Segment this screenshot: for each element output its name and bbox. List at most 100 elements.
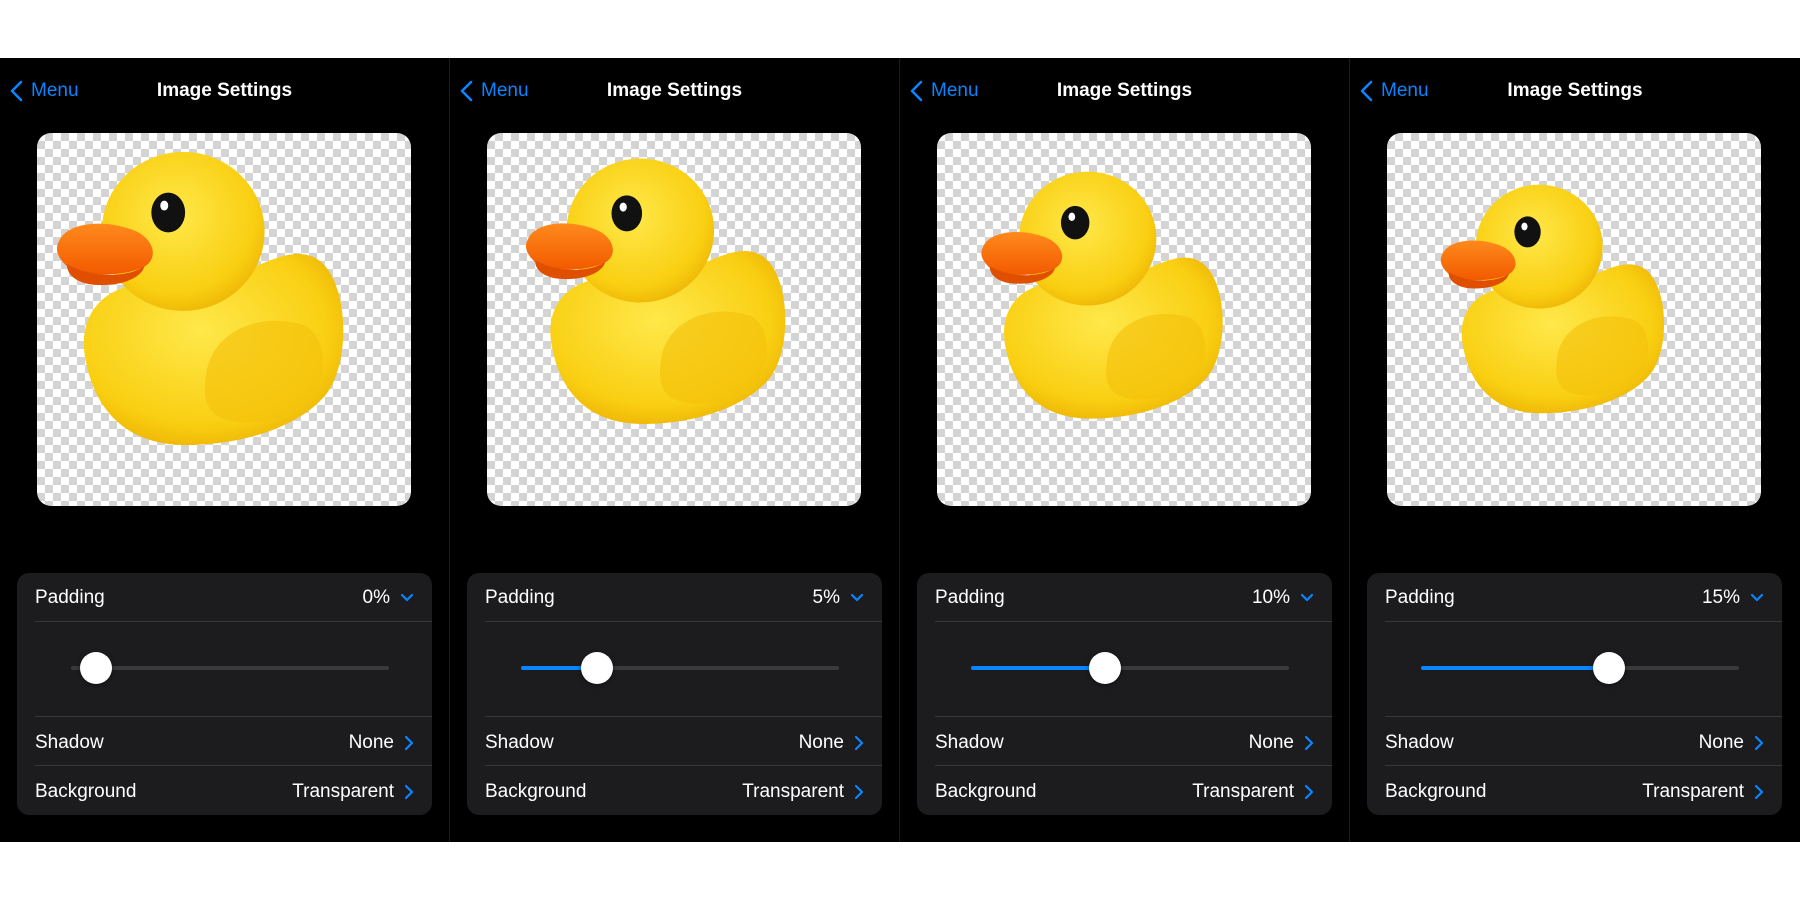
padding-slider[interactable] (71, 651, 389, 685)
shadow-label: Shadow (485, 732, 554, 753)
divider (1385, 765, 1782, 766)
slider-fill (1421, 666, 1609, 670)
settings-screen: Menu Image Settings (900, 58, 1350, 842)
settings-card: Padding 0% Shadow None Background Transp… (17, 573, 432, 815)
padding-row[interactable]: Padding 15% (1385, 585, 1764, 611)
settings-card: Padding 10% Shadow None Background Trans… (917, 573, 1332, 815)
chevron-down-icon (850, 593, 864, 602)
page-title: Image Settings (1056, 80, 1193, 101)
padding-value: 5% (812, 587, 840, 608)
slider-fill (971, 666, 1105, 670)
shadow-row[interactable]: Shadow None (1385, 730, 1764, 756)
background-label: Background (1385, 781, 1487, 802)
divider (485, 765, 882, 766)
divider (35, 765, 432, 766)
shadow-value: None (348, 732, 394, 753)
divider (35, 621, 432, 622)
padding-row[interactable]: Padding 10% (935, 585, 1314, 611)
shadow-selector[interactable]: None (1699, 732, 1764, 754)
shadow-value: None (798, 732, 844, 753)
padding-value: 15% (1701, 587, 1740, 608)
divider (935, 765, 1332, 766)
background-label: Background (485, 781, 587, 802)
screenshots-strip: Menu Image Settings Padding 0% Shadow No… (0, 58, 1800, 842)
divider (1385, 621, 1782, 622)
chevron-right-icon (1754, 784, 1764, 800)
chevron-down-icon (1300, 593, 1314, 602)
shadow-selector[interactable]: None (799, 732, 864, 754)
image-preview (487, 133, 861, 506)
padding-dropdown[interactable]: 0% (363, 587, 414, 609)
navigation-bar: Menu Image Settings (900, 58, 1349, 124)
padding-label: Padding (935, 587, 1005, 608)
background-row[interactable]: Background Transparent (935, 779, 1314, 805)
chevron-down-icon (400, 593, 414, 602)
settings-card: Padding 5% Shadow None Background Transp… (467, 573, 882, 815)
background-row[interactable]: Background Transparent (485, 779, 864, 805)
padding-label: Padding (35, 587, 105, 608)
chevron-right-icon (854, 784, 864, 800)
divider (35, 716, 432, 717)
shadow-row[interactable]: Shadow None (935, 730, 1314, 756)
slider-thumb[interactable] (581, 652, 614, 684)
divider (1385, 716, 1782, 717)
rubber-duck-image (1440, 184, 1665, 414)
padding-label: Padding (1385, 587, 1455, 608)
padding-row[interactable]: Padding 0% (35, 585, 414, 611)
navigation-bar: Menu Image Settings (0, 58, 449, 124)
padding-slider[interactable] (971, 651, 1289, 685)
background-value: Transparent (1192, 781, 1294, 802)
image-preview (1387, 133, 1761, 506)
padding-dropdown[interactable]: 15% (1702, 587, 1764, 609)
page-title: Image Settings (156, 80, 293, 101)
rubber-duck-image (981, 171, 1223, 419)
slider-thumb[interactable] (80, 652, 113, 684)
padding-value: 0% (362, 587, 390, 608)
background-value: Transparent (1642, 781, 1744, 802)
shadow-selector[interactable]: None (349, 732, 414, 754)
shadow-row[interactable]: Shadow None (485, 730, 864, 756)
background-value: Transparent (292, 781, 394, 802)
padding-slider[interactable] (521, 651, 839, 685)
background-row[interactable]: Background Transparent (1385, 779, 1764, 805)
rubber-duck-image (56, 151, 344, 446)
slider-thumb[interactable] (1592, 652, 1625, 684)
settings-screen: Menu Image Settings (450, 58, 900, 842)
padding-dropdown[interactable]: 5% (813, 587, 864, 609)
slider-track (71, 666, 389, 670)
shadow-row[interactable]: Shadow None (35, 730, 414, 756)
padding-slider[interactable] (1421, 651, 1739, 685)
chevron-right-icon (854, 735, 864, 751)
image-preview (937, 133, 1311, 506)
divider (935, 621, 1332, 622)
navigation-bar: Menu Image Settings (1350, 58, 1800, 124)
image-preview (37, 133, 411, 506)
background-row[interactable]: Background Transparent (35, 779, 414, 805)
padding-row[interactable]: Padding 5% (485, 585, 864, 611)
rubber-duck-image (526, 158, 786, 424)
page-title: Image Settings (1507, 80, 1643, 101)
shadow-label: Shadow (35, 732, 104, 753)
shadow-selector[interactable]: None (1249, 732, 1314, 754)
chevron-right-icon (1304, 735, 1314, 751)
padding-dropdown[interactable]: 10% (1252, 587, 1314, 609)
chevron-right-icon (404, 735, 414, 751)
chevron-right-icon (404, 784, 414, 800)
background-selector[interactable]: Transparent (1192, 781, 1314, 803)
background-selector[interactable]: Transparent (292, 781, 414, 803)
divider (485, 716, 882, 717)
page-title: Image Settings (606, 80, 743, 101)
background-label: Background (935, 781, 1037, 802)
chevron-right-icon (1754, 735, 1764, 751)
chevron-down-icon (1750, 593, 1764, 602)
background-selector[interactable]: Transparent (742, 781, 864, 803)
shadow-label: Shadow (935, 732, 1004, 753)
divider (485, 621, 882, 622)
shadow-label: Shadow (1385, 732, 1454, 753)
chevron-right-icon (1304, 784, 1314, 800)
slider-thumb[interactable] (1088, 652, 1121, 684)
background-selector[interactable]: Transparent (1642, 781, 1764, 803)
background-value: Transparent (742, 781, 844, 802)
padding-value: 10% (1251, 587, 1290, 608)
settings-screen: Menu Image Settings (0, 58, 450, 842)
